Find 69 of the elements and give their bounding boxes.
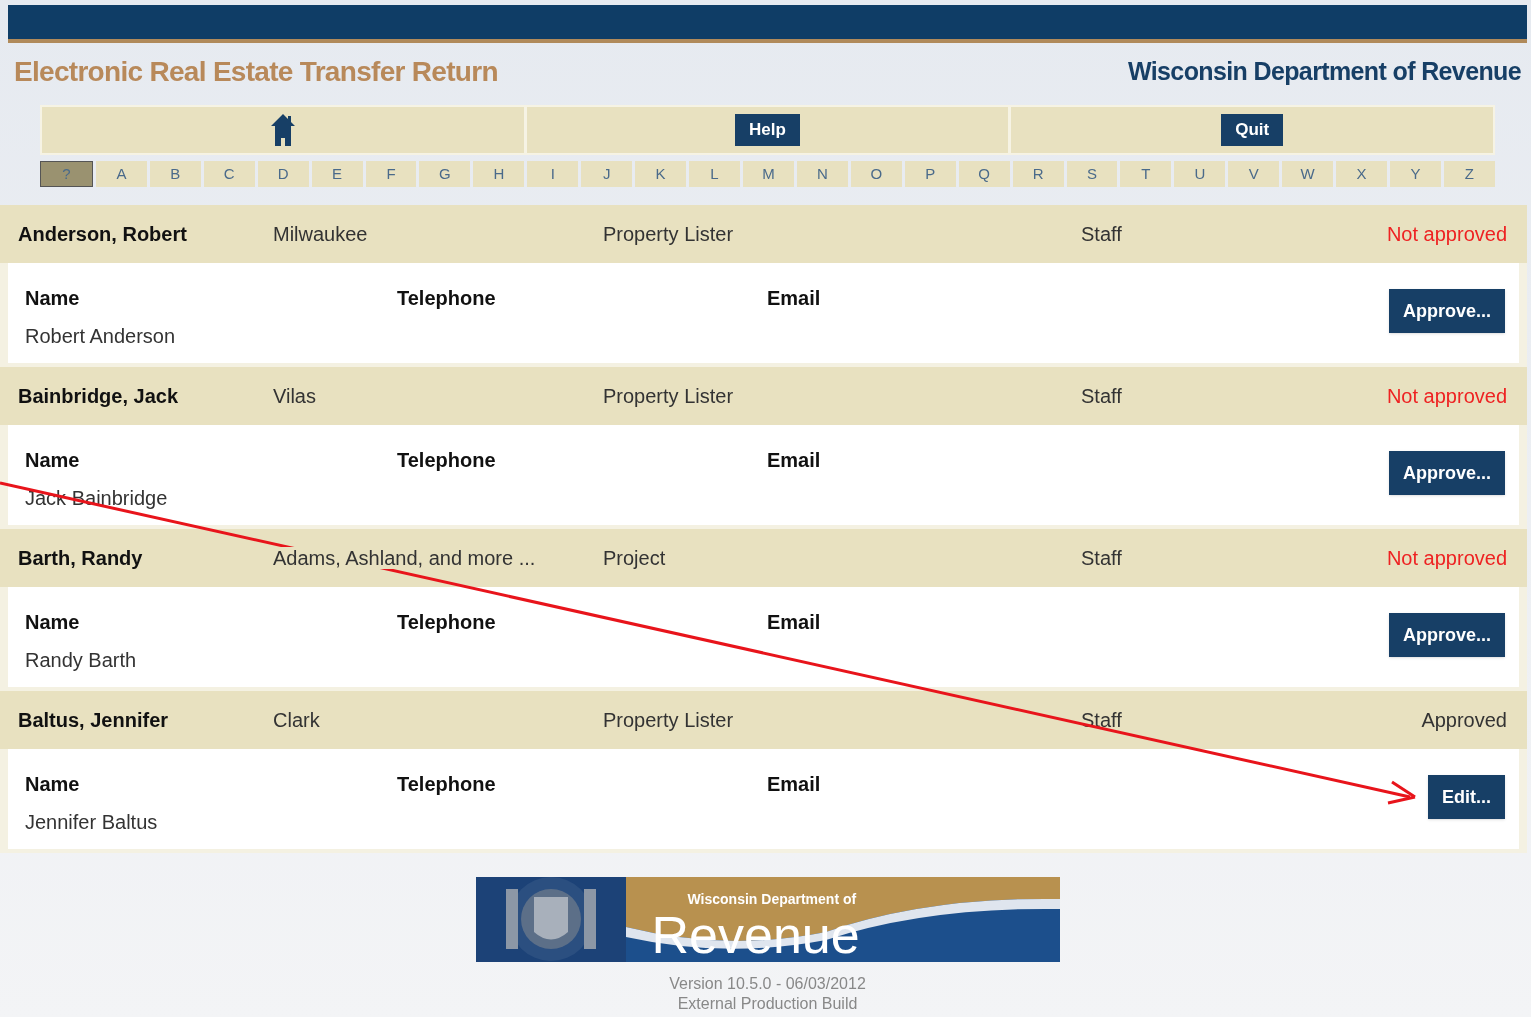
field-label: Telephone (397, 286, 497, 311)
letter-tab[interactable]: K (635, 161, 687, 187)
letter-tab[interactable]: Z (1443, 161, 1495, 187)
type-text: Staff (1081, 546, 1123, 571)
full-name: Robert Anderson (25, 324, 177, 349)
letter-tab[interactable]: P (904, 161, 956, 187)
full-name: Randy Barth (25, 648, 138, 673)
letter-tab[interactable]: J (581, 161, 633, 187)
build-text: External Production Build (677, 994, 858, 1014)
role-text: Property Lister (603, 222, 735, 247)
letter-tab[interactable]: E (311, 161, 363, 187)
type-text: Staff (1081, 384, 1123, 409)
role-text: Property Lister (603, 384, 735, 409)
field-label: Name (25, 286, 81, 311)
field-label: Telephone (397, 772, 497, 797)
letter-tab[interactable]: R (1012, 161, 1064, 187)
nav-button[interactable]: Help (735, 114, 800, 146)
field-label: Email (767, 448, 822, 473)
letter-tab[interactable]: Y (1390, 161, 1441, 187)
agency-name: Wisconsin Department of Revenue (1128, 56, 1521, 88)
letter-tab[interactable]: D (257, 161, 309, 187)
status-text: Not approved (1386, 222, 1507, 247)
letter-tab[interactable]: F (365, 161, 417, 187)
county-text: Adams, Ashland, and more ... (273, 547, 536, 569)
letter-tab[interactable]: W (1282, 161, 1334, 187)
status-text: Approved (1421, 708, 1507, 733)
field-label: Email (767, 286, 822, 311)
person-name: Baltus, Jennifer (18, 708, 170, 733)
version-text: Version 10.5.0 - 06/03/2012 (669, 974, 866, 994)
status-text: Not approved (1386, 546, 1507, 571)
letter-tab[interactable]: C (203, 161, 255, 187)
field-label: Telephone (397, 610, 497, 635)
letter-tab[interactable]: V (1228, 161, 1280, 187)
letter-tab[interactable]: G (419, 161, 471, 187)
letter-tab[interactable]: Q (958, 161, 1010, 187)
letter-tab[interactable]: O (850, 161, 902, 187)
field-label: Telephone (397, 448, 497, 473)
role-text: Property Lister (603, 708, 735, 733)
action-button[interactable]: Approve... (1389, 451, 1505, 495)
letter-tab[interactable]: H (473, 161, 525, 187)
letter-tab[interactable]: U (1174, 161, 1226, 187)
status-text: Not approved (1386, 384, 1507, 409)
nav-button[interactable]: Quit (1221, 114, 1284, 146)
letter-tab[interactable]: M (743, 161, 794, 187)
letter-tab[interactable]: S (1066, 161, 1118, 187)
banner-title: Revenue (651, 911, 860, 959)
letter-tab[interactable]: L (689, 161, 740, 187)
action-button[interactable]: Approve... (1389, 613, 1505, 657)
action-button[interactable]: Edit... (1428, 775, 1505, 819)
app-title: Electronic Real Estate Transfer Return (14, 55, 498, 89)
field-label: Name (25, 610, 81, 635)
letter-tab[interactable]: B (149, 161, 201, 187)
letter-tab[interactable]: T (1120, 161, 1172, 187)
person-name: Anderson, Robert (18, 222, 188, 247)
person-name: Barth, Randy (18, 546, 144, 571)
type-text: Staff (1081, 222, 1123, 247)
role-text: Project (603, 546, 667, 571)
letter-tab[interactable]: A (95, 161, 147, 187)
field-label: Name (25, 772, 81, 797)
field-label: Email (767, 610, 822, 635)
person-name: Bainbridge, Jack (18, 384, 180, 409)
field-label: Name (25, 448, 81, 473)
action-button[interactable]: Approve... (1389, 289, 1505, 333)
letter-tab[interactable]: N (796, 161, 848, 187)
banner-subtitle: Wisconsin Department of (687, 890, 857, 909)
letter-tab[interactable]: I (527, 161, 579, 187)
letter-tab[interactable]: X (1336, 161, 1388, 187)
full-name: Jennifer Baltus (25, 810, 159, 835)
field-label: Email (767, 772, 822, 797)
